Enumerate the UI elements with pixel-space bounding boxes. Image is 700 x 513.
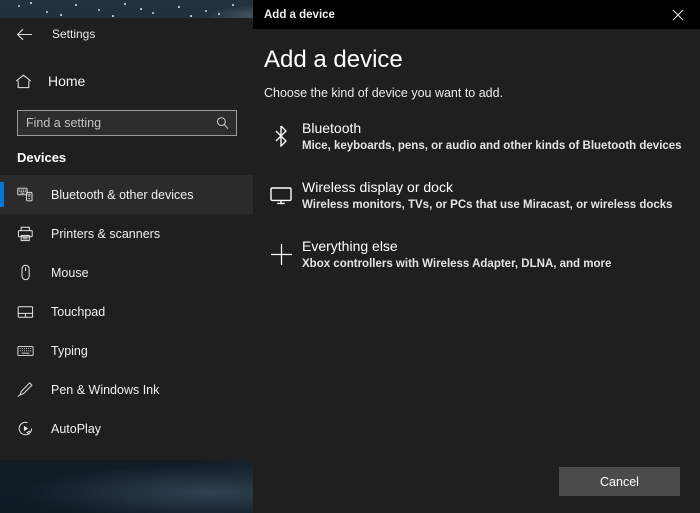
settings-window: Settings Home Devices [0,18,253,460]
search-icon[interactable] [216,117,229,130]
settings-window-title: Settings [52,27,95,41]
home-icon [15,73,32,90]
dialog-heading: Add a device [253,29,700,74]
printer-icon [17,225,34,242]
search-box[interactable] [17,110,237,136]
sidebar-item-printers-scanners[interactable]: Printers & scanners [0,214,253,253]
cancel-button[interactable]: Cancel [559,467,680,496]
monitor-icon [264,178,298,212]
mouse-icon [17,264,34,281]
sidebar-item-typing[interactable]: Typing [0,331,253,370]
sidebar-section-heading: Devices [0,136,253,165]
device-option-everything-else[interactable]: Everything else Xbox controllers with Wi… [253,235,700,273]
sidebar-home-label: Home [48,73,85,89]
device-option-description: Xbox controllers with Wireless Adapter, … [302,256,611,272]
search-input[interactable] [18,116,236,130]
search-container [0,98,253,136]
plus-icon [264,237,298,271]
sidebar-item-label: AutoPlay [51,422,101,436]
sidebar-item-label: Touchpad [51,305,105,319]
pen-icon [17,381,34,398]
sidebar-nav-list: Bluetooth & other devices Printers & sca… [0,175,253,448]
device-option-description: Wireless monitors, TVs, or PCs that use … [302,197,673,213]
device-option-description: Mice, keyboards, pens, or audio and othe… [302,138,682,154]
sidebar-item-label: Mouse [51,266,89,280]
sidebar-item-pen-windows-ink[interactable]: Pen & Windows Ink [0,370,253,409]
keyboard-icon [17,342,34,359]
sidebar-item-label: Bluetooth & other devices [51,188,193,202]
device-option-title: Bluetooth [302,119,682,137]
device-option-title: Wireless display or dock [302,178,673,196]
sidebar-item-label: Pen & Windows Ink [51,383,159,397]
add-a-device-dialog: Add a device Add a device Choose the kin… [253,0,700,513]
device-option-wireless-display-or-dock[interactable]: Wireless display or dock Wireless monito… [253,176,700,214]
sidebar-item-autoplay[interactable]: AutoPlay [0,409,253,448]
bluetooth-icon [264,119,298,153]
touchpad-icon [17,303,34,320]
dialog-titlebar: Add a device [253,0,700,29]
settings-titlebar: Settings [0,18,253,50]
sidebar-item-label: Printers & scanners [51,227,160,241]
sidebar-item-label: Typing [51,344,88,358]
bluetooth-devices-icon [17,186,34,203]
dialog-subtitle: Choose the kind of device you want to ad… [253,74,700,100]
back-arrow-icon[interactable] [10,23,38,45]
sidebar-item-bluetooth-other-devices[interactable]: Bluetooth & other devices [0,175,253,214]
sidebar-item-mouse[interactable]: Mouse [0,253,253,292]
device-option-title: Everything else [302,237,611,255]
device-option-bluetooth[interactable]: Bluetooth Mice, keyboards, pens, or audi… [253,117,700,155]
dialog-titlebar-title: Add a device [253,9,335,21]
device-type-list: Bluetooth Mice, keyboards, pens, or audi… [253,117,700,273]
close-icon[interactable] [656,0,700,29]
sidebar-item-home[interactable]: Home [0,64,253,98]
sidebar-item-touchpad[interactable]: Touchpad [0,292,253,331]
autoplay-icon [17,420,34,437]
